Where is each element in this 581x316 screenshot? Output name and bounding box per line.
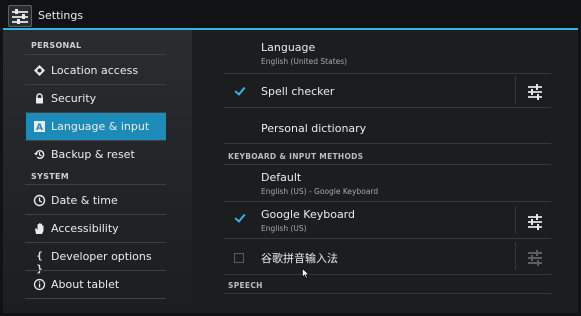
pinyin-ime-checkbox[interactable] [234,253,244,263]
divider [224,143,551,144]
sidebar-item-label: Backup & reset [51,148,135,161]
spell-checker-title[interactable]: Spell checker [261,85,334,98]
lock-icon [33,92,46,105]
keyboard-a-icon: A [33,120,46,133]
divider [515,76,516,104]
divider [224,201,551,202]
location-icon [33,64,46,77]
sidebar-item-label: Security [51,92,97,105]
sidebar-item-accessibility[interactable]: Accessibility [26,215,166,242]
settings-sliders-icon[interactable] [8,5,32,27]
action-bar: Settings [3,2,578,30]
clock-icon [33,194,46,207]
info-icon [33,278,46,291]
speech-header: SPEECH [228,281,263,290]
divider [25,184,166,185]
sidebar-header-personal: PERSONAL [31,41,82,50]
sidebar-item-language-input[interactable]: A Language & input [26,113,166,140]
backup-restore-icon [33,148,46,161]
google-keyboard-title[interactable]: Google Keyboard [261,208,355,221]
keyboard-input-methods-header: KEYBOARD & INPUT METHODS [228,152,364,161]
sidebar-item-backup-reset[interactable]: Backup & reset [26,141,166,168]
svg-text:A: A [36,123,43,133]
personal-dictionary-title[interactable]: Personal dictionary [261,122,366,135]
spell-checker-settings-icon[interactable] [527,84,543,100]
divider [25,54,166,55]
google-keyboard-checkbox[interactable] [234,212,246,224]
sidebar-item-security[interactable]: Security [26,85,166,112]
mouse-cursor-icon [302,268,310,279]
app-title: Settings [38,9,84,22]
sidebar-item-location-access[interactable]: Location access [26,57,166,84]
pinyin-ime-title[interactable]: 谷歌拼音输入法 [261,250,338,266]
divider [224,238,551,239]
sidebar-item-about-tablet[interactable]: About tablet [26,271,166,298]
google-keyboard-value: English (US) [261,224,307,233]
sidebar-item-label: Location access [51,64,139,77]
language-input-panel: Language English (United States) Spell c… [192,30,578,313]
default-keyboard-value: English (US) - Google Keyboard [261,187,379,196]
pinyin-ime-settings-icon [527,250,543,266]
default-keyboard-title: Default [261,171,302,184]
settings-window: Settings PERSONAL Location access Securi… [3,2,578,313]
hand-icon [33,222,46,235]
divider [224,293,551,294]
divider [515,206,516,234]
divider [224,73,551,74]
sidebar: PERSONAL Location access Security A Lang… [3,30,192,313]
sidebar-item-label: Accessibility [51,222,119,235]
spell-checker-checkbox[interactable] [234,85,246,97]
sidebar-item-date-time[interactable]: Date & time [26,187,166,214]
sidebar-item-label: Developer options [51,250,152,263]
sidebar-item-label: Date & time [51,194,118,207]
divider [224,107,551,108]
divider [224,164,551,165]
sidebar-item-label: About tablet [51,278,120,291]
language-title: Language [261,41,316,54]
braces-icon: { } [36,251,43,275]
sidebar-item-label: Language & input [51,120,150,133]
divider [224,274,551,275]
divider [25,298,166,299]
divider [515,242,516,270]
google-keyboard-settings-icon[interactable] [527,214,543,230]
sidebar-item-developer-options[interactable]: { } Developer options [26,243,166,275]
language-value: English (United States) [261,57,348,66]
sidebar-header-system: SYSTEM [31,172,69,181]
